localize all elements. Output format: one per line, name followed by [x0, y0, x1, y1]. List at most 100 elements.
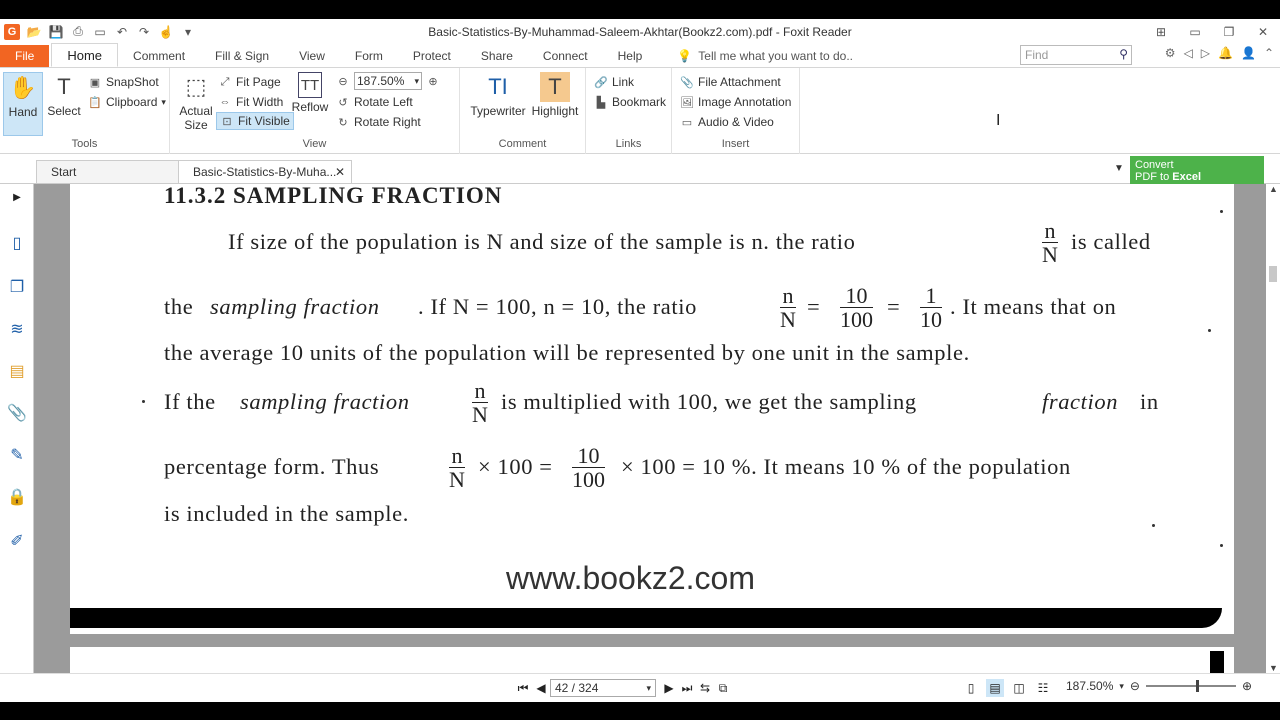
continuous-page-icon[interactable]: ▤ — [986, 679, 1004, 697]
undo-icon[interactable]: ↶ — [114, 24, 130, 40]
security-lock-icon[interactable]: 🔒 — [6, 486, 28, 508]
close-window-button[interactable]: ✕ — [1246, 19, 1280, 44]
tab-list-dropdown-icon[interactable]: ▼ — [1114, 163, 1124, 174]
view-group: ⬚ Actual Size ⤢ Fit Page ⇔ Fit Width ⊡ F… — [170, 68, 460, 154]
last-page-icon[interactable]: ⏭ — [678, 679, 696, 697]
notification-icon[interactable]: 🔔 — [1218, 46, 1233, 60]
chevron-down-icon: ▾ — [161, 96, 166, 107]
previous-page-icon[interactable]: ◀ — [532, 679, 550, 697]
save-icon[interactable]: 💾 — [48, 24, 64, 40]
tab-current-document[interactable]: Basic-Statistics-By-Muha... ✕ — [178, 160, 352, 183]
links-group: 🔗 Link ▙ Bookmark Links — [586, 68, 672, 154]
zoom-slider[interactable] — [1145, 680, 1236, 692]
customize-dropdown-icon[interactable]: ▾ — [180, 24, 196, 40]
tab-start[interactable]: Start — [36, 160, 180, 183]
scroll-up-icon[interactable]: ▲ — [1269, 184, 1278, 194]
clipboard-button[interactable]: 📋 Clipboard ▾ — [88, 93, 166, 111]
top-right-icons: ⚙ ◁ ▷ 🔔 👤 ⌃ — [1165, 46, 1274, 60]
tab-comment[interactable]: Comment — [118, 45, 200, 67]
previous-view-icon[interactable]: ⇆ — [696, 679, 714, 697]
tab-file[interactable]: File — [0, 45, 50, 67]
lightbulb-icon: 💡 — [677, 49, 693, 63]
zoom-in-icon[interactable]: ⊕ — [426, 74, 440, 88]
tab-help[interactable]: Help — [603, 45, 658, 67]
rotate-right-button[interactable]: ↻ Rotate Right — [336, 113, 420, 131]
tab-protect[interactable]: Protect — [398, 45, 466, 67]
snapshot-button[interactable]: ▣ SnapShot — [88, 73, 159, 91]
layers-panel-icon[interactable]: ≋ — [6, 318, 28, 340]
chevron-down-icon[interactable]: ▾ — [1119, 681, 1124, 692]
open-icon[interactable]: 📂 — [26, 24, 42, 40]
select-button[interactable]: T Select — [41, 72, 87, 118]
tab-form[interactable]: Form — [340, 45, 398, 67]
page-number-input[interactable]: 42 / 324 ▾ — [550, 679, 656, 697]
tab-fill-sign[interactable]: Fill & Sign — [200, 45, 284, 67]
rotate-left-button[interactable]: ↺ Rotate Left — [336, 93, 412, 111]
find-input[interactable]: Find ⚲ — [1020, 45, 1132, 65]
continuous-facing-icon[interactable]: ☷ — [1034, 679, 1052, 697]
attachments-panel-icon[interactable]: 📎 — [6, 402, 28, 424]
close-tab-icon[interactable]: ✕ — [335, 161, 345, 183]
zoom-slider-handle[interactable] — [1195, 680, 1199, 692]
settings-icon[interactable]: ⚙ — [1165, 46, 1176, 60]
scroll-down-icon[interactable]: ▼ — [1269, 663, 1278, 673]
tab-connect[interactable]: Connect — [528, 45, 603, 67]
restore-button[interactable]: ❐ — [1212, 19, 1246, 44]
image-annotation-button[interactable]: 🖼 Image Annotation — [680, 93, 791, 111]
audio-video-button[interactable]: ▭ Audio & Video — [680, 113, 774, 131]
fit-visible-button[interactable]: ⊡ Fit Visible — [216, 112, 294, 130]
tools-panel-icon[interactable]: ✐ — [6, 530, 28, 552]
search-icon[interactable]: ⚲ — [1119, 47, 1128, 61]
comments-panel-icon[interactable]: ▤ — [6, 360, 28, 382]
next-view-icon[interactable]: ⧉ — [714, 679, 732, 697]
file-attachment-button[interactable]: 📎 File Attachment — [680, 73, 781, 91]
zoom-in-icon[interactable]: ⊕ — [1242, 679, 1252, 693]
single-page-icon[interactable]: ▯ — [962, 679, 980, 697]
reflow-button[interactable]: TT Reflow — [288, 72, 332, 114]
tab-view[interactable]: View — [284, 45, 340, 67]
signature-panel-icon[interactable]: ✎ — [6, 444, 28, 466]
properties-icon[interactable]: ▭ — [92, 24, 108, 40]
minimize-button[interactable]: ▭ — [1178, 19, 1212, 44]
quick-access-toolbar: G 📂 💾 ⎙ ▭ ↶ ↷ ☝ ▾ — [0, 23, 196, 40]
zoom-select[interactable]: 187.50% ▾ — [354, 72, 422, 90]
ribbon-collapse-icon[interactable]: ⌃ — [1264, 46, 1274, 60]
image-icon: 🖼 — [680, 96, 694, 109]
scrollbar-thumb[interactable] — [1269, 266, 1277, 282]
redo-icon[interactable]: ↷ — [136, 24, 152, 40]
first-page-icon[interactable]: ⏮ — [514, 679, 532, 697]
bookmarks-panel-icon[interactable]: ▯ — [6, 232, 28, 254]
expand-panel-icon[interactable]: ▶ — [6, 186, 28, 208]
next-view-icon[interactable]: ▷ — [1201, 46, 1210, 60]
insert-group-label: Insert — [721, 138, 750, 150]
hand-button[interactable]: ✋ Hand — [3, 72, 43, 136]
equals-sign-2: = — [887, 294, 901, 319]
zoom-out-icon[interactable]: ⊖ — [336, 74, 350, 88]
next-page-icon[interactable]: ▶ — [660, 679, 678, 697]
zoom-out-icon[interactable]: ⊖ — [1130, 679, 1140, 693]
user-icon[interactable]: 👤 — [1241, 46, 1256, 60]
actual-size-button[interactable]: ⬚ Actual Size — [172, 72, 220, 132]
tab-home[interactable]: Home — [51, 43, 119, 67]
facing-page-icon[interactable]: ◫ — [1010, 679, 1028, 697]
prev-view-icon[interactable]: ◁ — [1184, 46, 1193, 60]
zoom-level-text[interactable]: 187.50% — [1066, 679, 1113, 693]
actual-size-icon: ⬚ — [185, 74, 207, 99]
highlight-button[interactable]: T Highlight — [530, 72, 580, 118]
hand-tool-icon[interactable]: ☝ — [158, 24, 174, 40]
fit-width-icon: ⇔ — [219, 96, 231, 108]
typewriter-button[interactable]: TI Typewriter — [468, 72, 528, 118]
insert-group: 📎 File Attachment 🖼 Image Annotation ▭ A… — [672, 68, 800, 154]
link-button[interactable]: 🔗 Link — [594, 73, 634, 91]
convert-pdf-to-excel-banner[interactable]: Convert PDF to Excel — [1130, 156, 1264, 184]
print-icon[interactable]: ⎙ — [70, 24, 86, 40]
tab-share[interactable]: Share — [466, 45, 528, 67]
document-view[interactable]: 11.3.2 SAMPLING FRACTION If size of the … — [34, 184, 1266, 673]
pages-panel-icon[interactable]: ❐ — [6, 276, 28, 298]
fit-page-button[interactable]: ⤢ Fit Page — [218, 73, 281, 91]
vertical-scrollbar[interactable]: ▲ ▼ — [1266, 184, 1280, 673]
tell-me-box[interactable]: 💡 Tell me what you want to do.. — [657, 45, 853, 67]
fit-width-button[interactable]: ⇔ Fit Width — [218, 93, 284, 111]
bookmark-button[interactable]: ▙ Bookmark — [594, 93, 666, 111]
layout-icon[interactable]: ⊞ — [1144, 19, 1178, 44]
